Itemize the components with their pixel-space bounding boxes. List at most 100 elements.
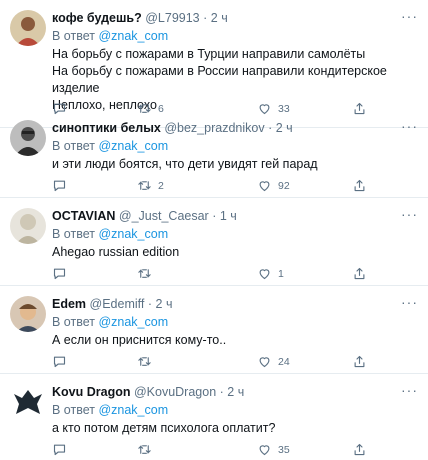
tweet-time[interactable]: 2 ч	[211, 11, 228, 25]
tweet-time[interactable]: 2 ч	[276, 121, 293, 135]
reply-mention-link[interactable]: @znak_com	[98, 227, 168, 241]
heart-icon	[259, 357, 270, 368]
more-options-icon[interactable]: ···	[401, 9, 418, 23]
more-options-icon[interactable]: ···	[401, 295, 418, 309]
reply-prefix: В ответ	[52, 139, 95, 153]
reply-mention-link[interactable]: @znak_com	[98, 403, 168, 417]
share-icon	[354, 355, 365, 368]
avatar[interactable]	[10, 208, 46, 244]
reply-button[interactable]	[52, 442, 67, 457]
tweet[interactable]: синоптики белых @bez_prazdnikov · 2 ч ··…	[0, 110, 428, 198]
like-count: 1	[278, 267, 284, 280]
tweet-header: кофе будешь? @L79913 · 2 ч ···	[52, 9, 422, 26]
reply-mention-link[interactable]: @znak_com	[98, 139, 168, 153]
like-count: 92	[278, 179, 290, 192]
avatar[interactable]	[10, 120, 46, 156]
like-button[interactable]: 1	[257, 266, 284, 281]
tweet-header: Edem @Edemiff · 2 ч ···	[52, 295, 422, 312]
user-handle[interactable]: @Edemiff	[90, 297, 145, 311]
like-count: 24	[278, 355, 290, 368]
separator-dot: ·	[203, 11, 208, 25]
comment-icon	[53, 444, 66, 456]
reply-mention-link[interactable]: @znak_com	[98, 315, 168, 329]
avatar[interactable]	[10, 384, 46, 420]
retweet-icon	[138, 445, 151, 454]
user-name[interactable]: Kovu Dragon	[52, 385, 130, 399]
reply-prefix: В ответ	[52, 315, 95, 329]
user-handle[interactable]: @KovuDragon	[134, 385, 216, 399]
reply-context: В ответ @znak_com	[52, 226, 422, 242]
user-name[interactable]: Edem	[52, 297, 86, 311]
user-handle[interactable]: @bez_prazdnikov	[164, 121, 264, 135]
reply-prefix: В ответ	[52, 227, 95, 241]
retweet-button[interactable]	[137, 354, 152, 369]
tweet-time[interactable]: 2 ч	[227, 385, 244, 399]
reply-prefix: В ответ	[52, 29, 95, 43]
reply-button[interactable]	[52, 354, 67, 369]
heart-icon	[259, 181, 270, 192]
tweet-text: Ahegao russian edition	[52, 244, 422, 261]
tweet-text: а кто потом детям психолога оплатит?	[52, 420, 422, 437]
user-handle[interactable]: @_Just_Caesar	[119, 209, 209, 223]
comment-icon	[53, 268, 66, 280]
reply-context: В ответ @znak_com	[52, 138, 422, 154]
reply-feed: кофе будешь? @L79913 · 2 ч ··· В ответ @…	[0, 0, 428, 460]
tweet-header: синоптики белых @bez_prazdnikov · 2 ч ··…	[52, 119, 422, 136]
avatar[interactable]	[10, 296, 46, 332]
like-count: 35	[278, 443, 290, 456]
tweet[interactable]: кофе будешь? @L79913 · 2 ч ··· В ответ @…	[0, 0, 428, 128]
share-button[interactable]	[352, 178, 367, 193]
share-button[interactable]	[352, 354, 367, 369]
tweet-text-line: На борьбу с пожарами в Турции направили …	[52, 47, 366, 61]
user-name[interactable]: OCTAVIAN	[52, 209, 115, 223]
tweet-actions: 35	[52, 442, 428, 458]
more-options-icon[interactable]: ···	[401, 383, 418, 397]
tweet-text-line: Ahegao russian edition	[52, 245, 180, 259]
comment-icon	[53, 180, 66, 192]
reply-mention-link[interactable]: @znak_com	[98, 29, 168, 43]
share-icon	[354, 443, 365, 456]
retweet-button[interactable]	[137, 442, 152, 457]
tweet-text-line: А если он приснится кому-то..	[52, 333, 227, 347]
like-button[interactable]: 92	[257, 178, 290, 193]
reply-context: В ответ @znak_com	[52, 402, 422, 418]
tweet-text: и эти люди боятся, что дети увидят гей п…	[52, 156, 422, 173]
tweet-text: А если он приснится кому-то..	[52, 332, 422, 349]
reply-button[interactable]	[52, 178, 67, 193]
like-button[interactable]: 24	[257, 354, 290, 369]
heart-icon	[259, 269, 270, 280]
tweet-text-line: и эти люди боятся, что дети увидят гей п…	[52, 157, 318, 171]
more-options-icon[interactable]: ···	[401, 119, 418, 133]
tweet-actions: 1	[52, 266, 428, 282]
retweet-icon	[138, 357, 151, 366]
avatar[interactable]	[10, 10, 46, 46]
separator-dot: ·	[219, 385, 224, 399]
tweet-time[interactable]: 2 ч	[156, 297, 173, 311]
reply-button[interactable]	[52, 266, 67, 281]
tweet[interactable]: OCTAVIAN @_Just_Caesar · 1 ч ··· В ответ…	[0, 198, 428, 286]
tweet[interactable]: Edem @Edemiff · 2 ч ··· В ответ @znak_co…	[0, 286, 428, 374]
tweet-header: OCTAVIAN @_Just_Caesar · 1 ч ···	[52, 207, 422, 224]
reply-prefix: В ответ	[52, 403, 95, 417]
user-handle[interactable]: @L79913	[145, 11, 199, 25]
heart-icon	[259, 445, 270, 456]
retweet-button[interactable]	[137, 266, 152, 281]
user-name[interactable]: синоптики белых	[52, 121, 161, 135]
share-button[interactable]	[352, 442, 367, 457]
share-button[interactable]	[352, 266, 367, 281]
tweet[interactable]: Kovu Dragon @KovuDragon · 2 ч ··· В отве…	[0, 374, 428, 460]
retweet-icon	[138, 181, 151, 190]
more-options-icon[interactable]: ···	[401, 207, 418, 221]
tweet-header: Kovu Dragon @KovuDragon · 2 ч ···	[52, 383, 422, 400]
tweet-text-line: На борьбу с пожарами в России направили …	[52, 64, 387, 95]
retweet-count: 2	[158, 179, 164, 192]
tweet-actions: 2 92	[52, 178, 428, 194]
separator-dot: ·	[268, 121, 273, 135]
like-button[interactable]: 35	[257, 442, 290, 457]
user-name[interactable]: кофе будешь?	[52, 11, 142, 25]
retweet-button[interactable]: 2	[137, 178, 164, 193]
retweet-icon	[138, 269, 151, 278]
tweet-time[interactable]: 1 ч	[220, 209, 237, 223]
tweet-text-line: а кто потом детям психолога оплатит?	[52, 421, 276, 435]
share-icon	[354, 179, 365, 192]
